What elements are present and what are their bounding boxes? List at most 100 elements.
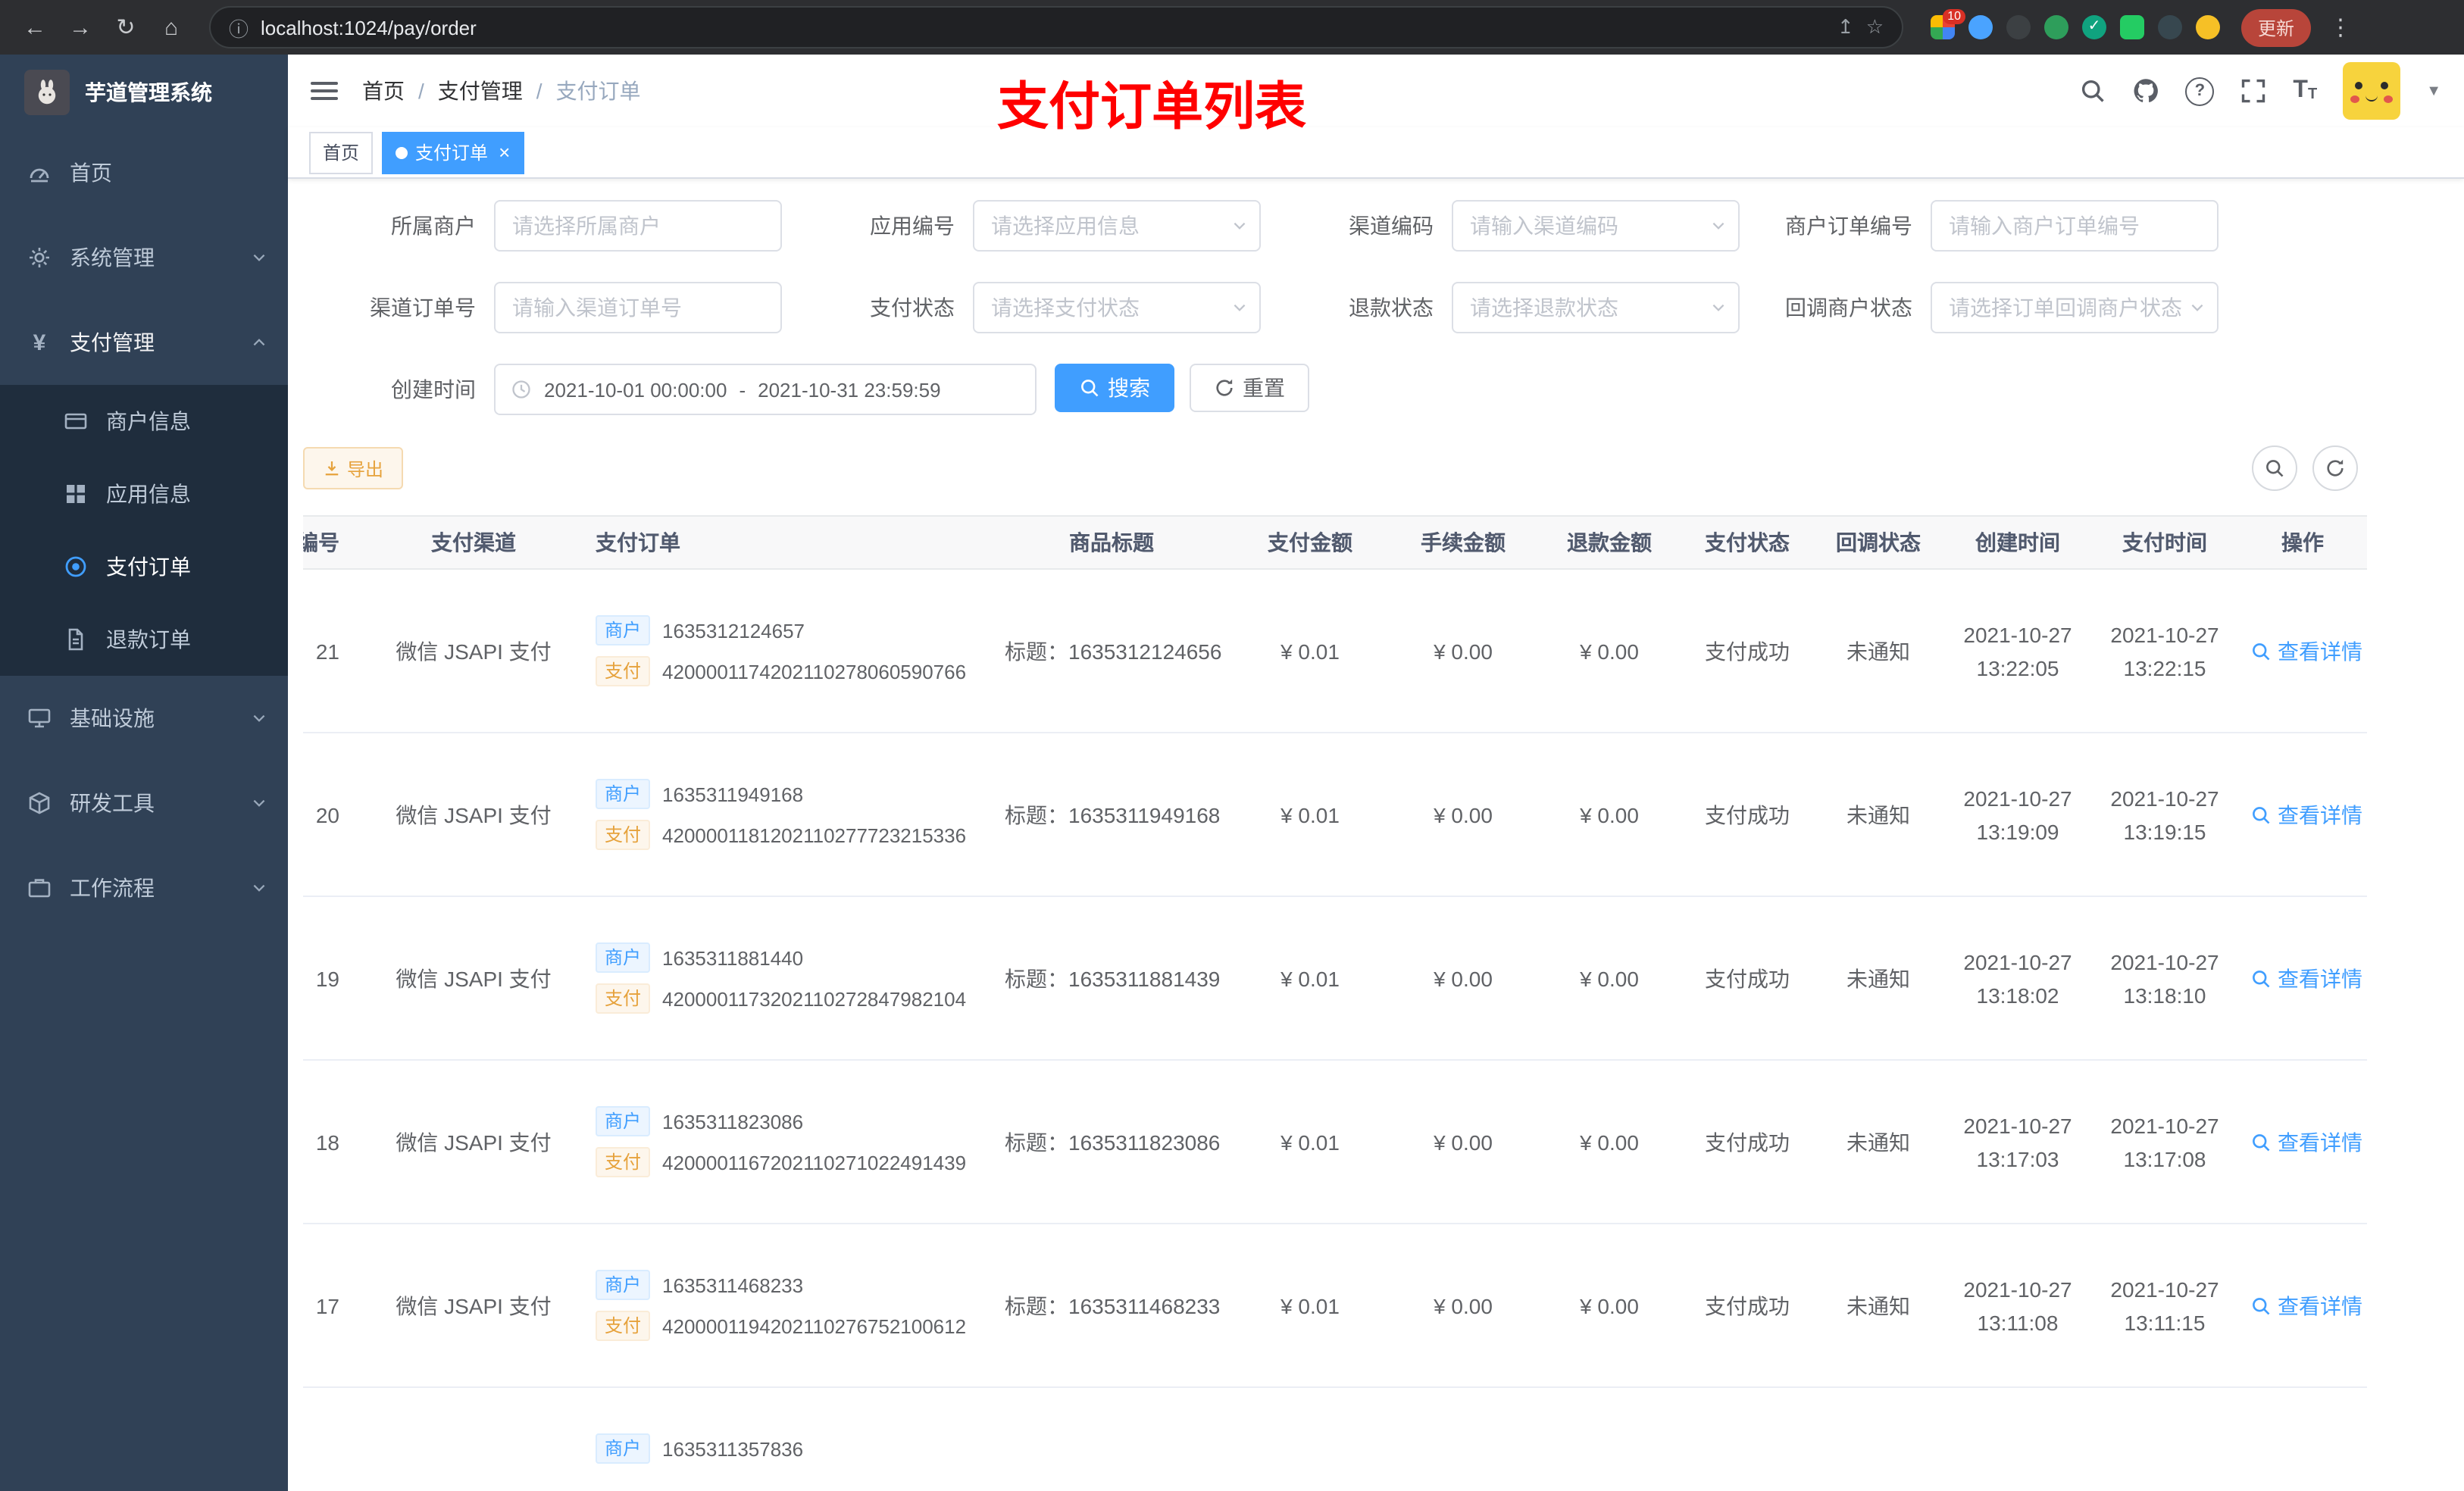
create-time-cell: 2021-10-27 13:22:05 (1944, 569, 2091, 733)
breadcrumb: 首页 / 支付管理 / 支付订单 (362, 76, 641, 106)
merchant-order-line: 商户 1635312124657 (596, 615, 990, 645)
sidebar-item-workflow[interactable]: 工作流程 (0, 846, 288, 930)
bookmark-star-icon[interactable]: ☆ (1866, 15, 1884, 39)
view-detail-link[interactable]: 查看详情 (2250, 1127, 2362, 1157)
sidebar-item-dev-tools[interactable]: 研发工具 (0, 761, 288, 846)
merchant-order-line: 商户 1635311881440 (596, 942, 990, 973)
extension-icon-dark[interactable] (2006, 15, 2031, 39)
search-button[interactable]: 搜索 (1055, 364, 1174, 412)
order-id-cell (303, 1387, 364, 1491)
browser-update-button[interactable]: 更新 (2241, 8, 2312, 46)
pay-order-line: 支付 4200001173202110272847982104 (596, 983, 990, 1014)
share-icon[interactable]: ↥ (1837, 15, 1854, 39)
merchant-filter-input[interactable]: 请选择所属商户 (494, 200, 782, 252)
create-time-cell (1944, 1387, 2091, 1491)
sidebar-item-pay-order[interactable]: 支付订单 (0, 530, 288, 603)
toggle-search-button[interactable] (2252, 445, 2297, 491)
logo-avatar (24, 70, 70, 115)
pay-channel-cell: 微信 JSAPI 支付 (364, 896, 583, 1061)
sidebar-item-home[interactable]: 首页 (0, 130, 288, 215)
user-avatar[interactable] (2343, 62, 2401, 120)
briefcase-icon (27, 876, 52, 900)
merchant-order-no-filter-input[interactable]: 请输入商户订单编号 (1931, 200, 2219, 252)
pay-order-cell: 商户 1635311949168 支付 42000011812021102777… (583, 733, 993, 897)
merchant-tag: 商户 (596, 1106, 651, 1136)
chevron-down-icon (250, 879, 268, 897)
browser-reload-button[interactable]: ↻ (106, 8, 145, 47)
callback-status-filter-select[interactable]: 请选择订单回调商户状态 (1931, 282, 2219, 333)
pay-amount-cell: ¥ 0.01 (1230, 1224, 1390, 1388)
channel-order-no-filter-input[interactable]: 请输入渠道订单号 (494, 282, 782, 333)
view-detail-link[interactable]: 查看详情 (2250, 1290, 2362, 1321)
merchant-tag: 商户 (596, 615, 651, 645)
sidebar-item-infrastructure[interactable]: 基础设施 (0, 676, 288, 761)
pay-channel-cell (364, 1387, 583, 1491)
view-detail-link[interactable]: 查看详情 (2250, 963, 2362, 993)
record-icon (64, 555, 88, 579)
extension-icon-multicolor[interactable]: 10 (1931, 9, 1965, 39)
create-time-range-input[interactable]: 2021-10-01 00:00:00 - 2021-10-31 23:59:5… (494, 364, 1037, 415)
extension-icon-pin[interactable] (2158, 15, 2182, 39)
refund-status-filter-label: 退款状态 (1349, 295, 1434, 320)
col-fee-amount: 手续金额 (1390, 515, 1537, 570)
app-no-filter-select[interactable]: 请选择应用信息 (973, 200, 1261, 252)
refund-amount-cell (1537, 1387, 1682, 1491)
extension-icon-drop[interactable] (1968, 15, 1993, 39)
pay-order-no: 4200001167202110271022491439 (662, 1151, 967, 1174)
extension-icon-green[interactable] (2044, 15, 2068, 39)
browser-home-button[interactable]: ⌂ (152, 8, 191, 47)
search-icon[interactable] (2079, 77, 2106, 105)
reset-button[interactable]: 重置 (1190, 364, 1309, 412)
browser-menu-icon[interactable]: ⋮ (2329, 14, 2352, 41)
fullscreen-icon[interactable] (2240, 77, 2267, 105)
site-info-icon[interactable]: ⓘ (229, 13, 249, 42)
fee-amount-cell: ¥ 0.00 (1390, 896, 1537, 1061)
browser-forward-button[interactable]: → (61, 8, 100, 47)
github-icon[interactable] (2132, 77, 2159, 105)
view-detail-link[interactable]: 查看详情 (2250, 799, 2362, 830)
pay-channel-cell: 微信 JSAPI 支付 (364, 569, 583, 733)
extension-icon-smiley[interactable] (2196, 15, 2220, 39)
pay-channel-cell: 微信 JSAPI 支付 (364, 733, 583, 897)
table-row: 商户 1635311357836 支付 (303, 1387, 2367, 1491)
refund-amount-cell: ¥ 0.00 (1537, 1224, 1682, 1388)
avatar-caret-icon[interactable]: ▼ (2426, 83, 2441, 99)
refresh-table-button[interactable] (2312, 445, 2358, 491)
breadcrumb-home[interactable]: 首页 (362, 76, 405, 106)
sidebar-item-refund-order[interactable]: 退款订单 (0, 603, 288, 676)
address-bar[interactable]: ⓘ localhost:1024/pay/order ↥ ☆ (209, 6, 1903, 48)
sidebar-item-system[interactable]: 系统管理 (0, 215, 288, 300)
tab-home[interactable]: 首页 (309, 131, 374, 173)
sidebar-item-app-info[interactable]: 应用信息 (0, 458, 288, 530)
pay-status-cell (1682, 1387, 1812, 1491)
help-icon[interactable]: ? (2185, 77, 2215, 105)
refund-status-filter-select[interactable]: 请选择退款状态 (1452, 282, 1740, 333)
pay-tag: 支付 (596, 1147, 651, 1177)
chevron-down-icon (1709, 217, 1728, 235)
font-size-icon[interactable]: TT (2293, 78, 2317, 103)
yen-icon: ¥ (33, 330, 46, 355)
pay-tag: 支付 (596, 983, 651, 1014)
breadcrumb-payment[interactable]: 支付管理 (438, 76, 523, 106)
browser-back-button[interactable]: ← (15, 8, 55, 47)
sidebar-item-payment[interactable]: ¥ 支付管理 (0, 300, 288, 385)
table-header-row: 编号 支付渠道 支付订单 商品标题 支付金额 手续金额 退款金额 支付状态 回调… (303, 515, 2367, 570)
tab-pay-order[interactable]: 支付订单 × (382, 131, 524, 173)
extension-icon-green-square[interactable] (2120, 15, 2144, 39)
col-pay-order: 支付订单 (583, 515, 993, 570)
export-button[interactable]: 导出 (303, 447, 404, 489)
hamburger-icon[interactable] (311, 82, 338, 100)
merchant-tag: 商户 (596, 1270, 651, 1300)
notify-status-cell: 未通知 (1812, 1224, 1944, 1388)
date-start: 2021-10-01 00:00:00 (544, 378, 727, 401)
channel-code-filter-select[interactable]: 请输入渠道编码 (1452, 200, 1740, 252)
create-time-cell: 2021-10-27 13:19:09 (1944, 733, 2091, 897)
close-tab-icon[interactable]: × (499, 142, 510, 162)
pay-status-cell: 支付成功 (1682, 1224, 1812, 1388)
sidebar-item-merchant-info[interactable]: 商户信息 (0, 385, 288, 458)
sidebar-logo[interactable]: 芋道管理系统 (0, 55, 288, 130)
view-detail-link[interactable]: 查看详情 (2250, 636, 2362, 666)
pay-time-cell: 2021-10-27 13:19:15 (2091, 733, 2238, 897)
pay-status-filter-select[interactable]: 请选择支付状态 (973, 282, 1261, 333)
extension-icon-check[interactable]: ✓ (2082, 15, 2106, 39)
